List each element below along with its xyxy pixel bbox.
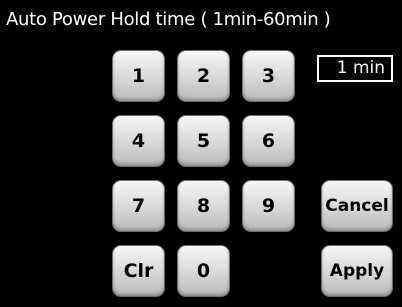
cancel-button[interactable]: Cancel <box>321 180 393 232</box>
key-6-button[interactable]: 6 <box>242 115 295 167</box>
key-0-button[interactable]: 0 <box>177 245 230 297</box>
keypad-screen: Auto Power Hold time ( 1min-60min ) 1 mi… <box>0 0 402 307</box>
key-4-button[interactable]: 4 <box>112 115 165 167</box>
key-1-button[interactable]: 1 <box>112 50 165 102</box>
apply-button[interactable]: Apply <box>321 245 393 297</box>
key-8-button[interactable]: 8 <box>177 180 230 232</box>
key-9-button[interactable]: 9 <box>242 180 295 232</box>
page-title: Auto Power Hold time ( 1min-60min ) <box>6 9 331 30</box>
key-3-button[interactable]: 3 <box>242 50 295 102</box>
clear-button[interactable]: Clr <box>112 245 165 297</box>
key-2-button[interactable]: 2 <box>177 50 230 102</box>
key-7-button[interactable]: 7 <box>112 180 165 232</box>
value-display: 1 min <box>317 55 393 82</box>
key-5-button[interactable]: 5 <box>177 115 230 167</box>
